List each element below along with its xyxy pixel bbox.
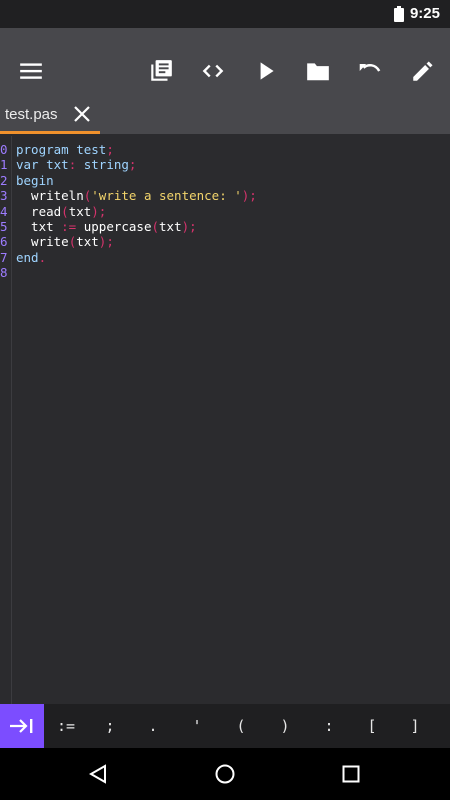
line-number: 3 (0, 188, 8, 204)
back-icon[interactable] (86, 762, 110, 786)
folder-icon[interactable] (305, 58, 331, 84)
line-number-gutter: 012345678 (0, 136, 12, 704)
line-number: 1 (0, 157, 8, 173)
code-token: ( (61, 203, 69, 219)
active-tab-indicator (0, 131, 100, 134)
tab-label: test.pas (5, 106, 58, 123)
line-number: 0 (0, 142, 8, 157)
run-icon[interactable] (253, 58, 279, 84)
symbol-key[interactable]: ; (88, 704, 132, 748)
code-line[interactable]: begin (16, 173, 54, 188)
code-line[interactable]: write(txt); (16, 234, 114, 249)
line-number: 2 (0, 172, 8, 188)
code-token: write (16, 234, 69, 250)
code-line[interactable]: read(txt); (16, 204, 106, 219)
line-number: 5 (0, 219, 8, 234)
line-number: 6 (0, 234, 8, 250)
code-token: := (61, 219, 77, 234)
tab-key-icon[interactable] (0, 704, 44, 748)
battery-full-icon (394, 6, 404, 22)
code-token: var txt (16, 157, 69, 173)
code-token: . (38, 249, 47, 265)
line-number: 8 (0, 265, 8, 281)
code-line[interactable]: end. (16, 250, 46, 265)
code-line[interactable]: program test; (16, 142, 114, 157)
code-token: txt (68, 203, 92, 219)
code-token: ; (128, 157, 137, 173)
code-token: uppercase (76, 219, 152, 234)
code-token: ); (241, 188, 257, 204)
code-token: ); (181, 219, 197, 234)
code-token: 'write a sentence: ' (91, 188, 242, 204)
recents-icon[interactable] (339, 762, 363, 786)
code-token: read (16, 203, 62, 219)
code-token: txt (16, 219, 62, 234)
tab-test-pas[interactable]: test.pas (0, 96, 100, 134)
symbol-key[interactable]: [ (350, 704, 394, 748)
symbol-key[interactable]: ' (175, 704, 219, 748)
home-icon[interactable] (213, 762, 237, 786)
line-number: 4 (0, 203, 8, 219)
symbol-key[interactable]: . (131, 704, 175, 748)
code-token: ( (151, 219, 160, 234)
symbol-key[interactable]: := (44, 704, 88, 748)
edit-icon[interactable] (410, 58, 436, 84)
code-line[interactable]: var txt: string; (16, 157, 136, 172)
code-token: program test (16, 142, 107, 157)
code-token: txt (76, 234, 99, 250)
status-time: 9:25 (409, 5, 440, 22)
library-icon[interactable] (148, 58, 174, 84)
menu-icon[interactable] (18, 58, 44, 84)
symbol-key[interactable]: ( (219, 704, 263, 748)
symbol-key[interactable]: ) (263, 704, 307, 748)
symbol-key-bar: :=;. '():[] (0, 704, 450, 748)
undo-icon[interactable] (357, 58, 383, 84)
line-number: 7 (0, 249, 8, 265)
code-editor[interactable]: 012345678 program test; var txt: string; b… (0, 136, 450, 704)
navigation-bar (0, 748, 450, 800)
close-icon[interactable] (72, 104, 92, 124)
code-line[interactable]: txt := uppercase(txt); (16, 219, 197, 234)
code-token: ); (91, 203, 107, 219)
code-token: begin (16, 172, 54, 188)
status-bar: 9:25 (0, 0, 450, 28)
code-token: ); (98, 234, 114, 250)
tab-strip: test.pas (0, 96, 450, 134)
code-token: writeln (16, 188, 84, 204)
code-line[interactable]: writeln('write a sentence: '); (16, 188, 257, 203)
symbol-key[interactable]: ] (393, 704, 437, 748)
code-icon[interactable] (200, 58, 226, 84)
code-token: ; (106, 142, 114, 157)
symbol-key[interactable]: : (307, 704, 351, 748)
code-token: txt (159, 219, 182, 234)
code-token: string (76, 157, 129, 173)
code-token: end (16, 249, 39, 265)
